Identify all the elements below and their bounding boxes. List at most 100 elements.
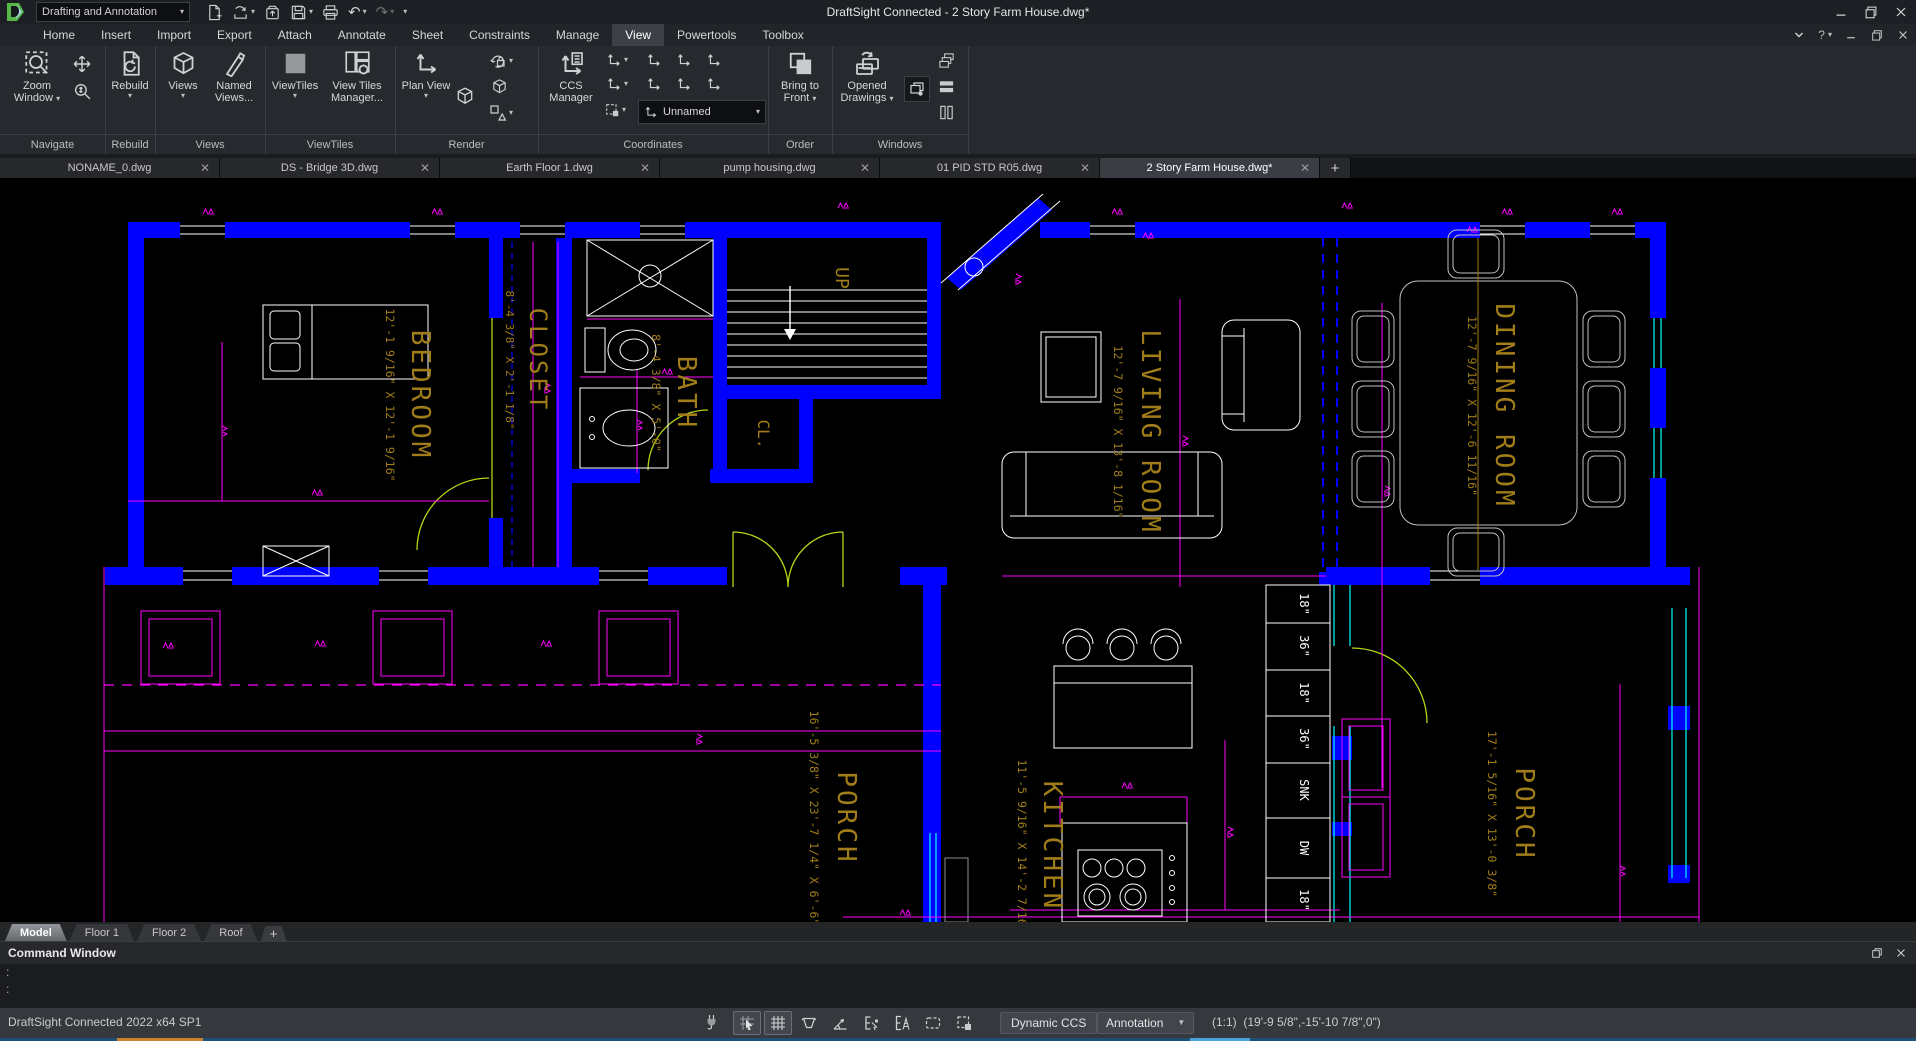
polar-toggle[interactable] [826, 1011, 854, 1035]
ccs-3point-button[interactable]: ▾ [606, 76, 628, 92]
close-panel-icon[interactable] [1894, 946, 1908, 960]
ortho-toggle[interactable] [795, 1011, 823, 1035]
new-file-button[interactable] [202, 1, 227, 23]
minimize-button[interactable] [1826, 0, 1856, 24]
close-icon[interactable]: ✕ [860, 162, 870, 174]
close-icon[interactable]: ✕ [200, 162, 210, 174]
doc-tab[interactable]: 01 PID STD R05.dwg✕ [880, 158, 1100, 178]
etrack-toggle[interactable] [888, 1011, 916, 1035]
svg-text:17'-1 5/16" X 13'-0 3/8": 17'-1 5/16" X 13'-0 3/8" [1485, 731, 1499, 897]
close-icon[interactable]: ✕ [1300, 162, 1310, 174]
sheet-tab-roof[interactable]: Roof [204, 924, 257, 941]
constrained-orbit-button[interactable]: ▾ [489, 52, 513, 70]
plan-view-button[interactable]: Plan View ▾ [400, 50, 452, 100]
tab-toolbox[interactable]: Toolbox [749, 24, 816, 46]
command-window-header: Command Window [0, 941, 1916, 964]
render-box-button[interactable] [491, 78, 508, 95]
restore-button[interactable] [1856, 0, 1886, 24]
redo-button[interactable]: ↷▾ [372, 1, 399, 23]
close-icon[interactable]: ✕ [640, 162, 650, 174]
workspace-selector[interactable]: Drafting and Annotation ▾ [36, 2, 190, 22]
sheet-tab-model[interactable]: Model [5, 924, 67, 941]
float-panel-icon[interactable] [1870, 946, 1884, 960]
undo-button[interactable]: ↶▾ [344, 1, 371, 23]
ccs-named-dropdown[interactable]: Unnamed ▾ [638, 100, 766, 124]
open-file-button[interactable]: ▾ [228, 1, 259, 23]
tab-import[interactable]: Import [144, 24, 204, 46]
drawing-canvas[interactable]: BEDROOM 12'-1 9/16" X 12'-1 9/16" CLOSET… [0, 178, 1916, 922]
ccs-world-button[interactable]: ▾ [606, 52, 628, 68]
svg-text:SNK: SNK [1297, 779, 1311, 801]
ccs-manager-button[interactable]: CCS Manager [542, 50, 600, 104]
tab-home[interactable]: Home [30, 24, 88, 46]
doc-tab[interactable]: NONAME_0.dwg✕ [0, 158, 220, 178]
pan-button[interactable] [72, 54, 92, 74]
entity-frame-toggle[interactable] [919, 1011, 947, 1035]
tile-vertically-button[interactable] [938, 104, 955, 121]
new-document-tab-button[interactable]: + [1320, 158, 1351, 178]
zoom-window-button[interactable]: Zoom Window ▾ [8, 50, 66, 104]
command-input-line[interactable]: : [0, 981, 1916, 998]
render-cube-button[interactable] [455, 86, 475, 106]
bring-to-front-button[interactable]: Bring to Front ▾ [771, 50, 829, 104]
doc-restore-button[interactable] [1870, 28, 1884, 42]
doc-tab[interactable]: Earth Floor 1.dwg✕ [440, 158, 660, 178]
close-icon[interactable]: ✕ [420, 162, 430, 174]
add-sheet-button[interactable]: + [261, 926, 287, 941]
window-controls [1826, 0, 1916, 24]
tab-sheet[interactable]: Sheet [399, 24, 456, 46]
grid-toggle[interactable] [764, 1011, 792, 1035]
ccs-rotate-x-button[interactable] [676, 76, 692, 92]
viewtiles-button[interactable]: ViewTiles ▾ [269, 50, 321, 100]
ccs-rotate-z-button[interactable] [706, 76, 722, 92]
zoom-realtime-button[interactable] [73, 82, 92, 101]
opened-drawings-button[interactable]: Opened Drawings ▾ [834, 50, 900, 104]
ccs-origin-button[interactable] [676, 52, 692, 68]
doc-tab-active[interactable]: 2 Story Farm House.dwg*✕ [1100, 158, 1320, 178]
annotation-scale-dropdown[interactable]: Annotation▼ [1097, 1012, 1194, 1034]
draw-shapes-button[interactable]: ▾ [489, 104, 513, 122]
ccs-view-button[interactable]: ▾ [604, 102, 626, 118]
ccs-named-value: Unnamed [663, 106, 711, 118]
print-button[interactable] [318, 1, 343, 23]
tile-horizontally-button[interactable] [938, 78, 955, 95]
view-tiles-manager-button[interactable]: View Tiles Manager... [323, 50, 391, 104]
save-button[interactable]: ▾ [286, 1, 317, 23]
close-button[interactable] [1886, 0, 1916, 24]
tab-manage[interactable]: Manage [543, 24, 612, 46]
doc-tab[interactable]: DS - Bridge 3D.dwg✕ [220, 158, 440, 178]
sheet-tab-floor1[interactable]: Floor 1 [70, 924, 134, 941]
ccs-entity-button[interactable] [706, 52, 722, 68]
dynamic-ccs-button[interactable]: Dynamic CCS [1000, 1012, 1097, 1034]
customize-toolbar-button[interactable]: ▾ [399, 1, 411, 23]
group-label-order: Order [768, 134, 832, 154]
close-icon[interactable]: ✕ [1080, 162, 1090, 174]
tab-attach[interactable]: Attach [265, 24, 325, 46]
tab-view[interactable]: View [612, 24, 664, 46]
group-render: Plan View ▾ ▾ ▾ Render [395, 46, 539, 154]
snap-toggle[interactable] [733, 1011, 761, 1035]
tab-annotate[interactable]: Annotate [325, 24, 399, 46]
views-button[interactable]: Views ▾ [161, 50, 205, 100]
ccs-icon-toggle[interactable] [950, 1011, 978, 1035]
tab-powertools[interactable]: Powertools [664, 24, 749, 46]
tab-insert[interactable]: Insert [88, 24, 144, 46]
ccs-previous-button[interactable] [646, 52, 662, 68]
doc-minimize-button[interactable] [1844, 28, 1858, 42]
svg-text:12'-1 9/16" X 12'-1 9/16": 12'-1 9/16" X 12'-1 9/16" [383, 308, 397, 481]
command-window[interactable]: Command Window : : [0, 941, 1916, 1008]
cascade-windows-button[interactable] [938, 52, 955, 69]
export-file-button[interactable] [260, 1, 285, 23]
ccs-zaxis-button[interactable] [646, 76, 662, 92]
rebuild-button[interactable]: Rebuild ▾ [107, 50, 153, 100]
collapse-ribbon-button[interactable] [1792, 28, 1806, 42]
doc-tab[interactable]: pump housing.dwg✕ [660, 158, 880, 178]
doc-close-button[interactable] [1896, 28, 1910, 42]
sheet-tab-floor2[interactable]: Floor 2 [137, 924, 201, 941]
help-button[interactable]: ?▾ [1818, 28, 1832, 42]
named-views-button[interactable]: Named Views... [207, 50, 261, 104]
restore-document-button[interactable] [904, 76, 930, 102]
tab-export[interactable]: Export [204, 24, 265, 46]
esnap-toggle[interactable] [857, 1011, 885, 1035]
tab-constraints[interactable]: Constraints [456, 24, 543, 46]
